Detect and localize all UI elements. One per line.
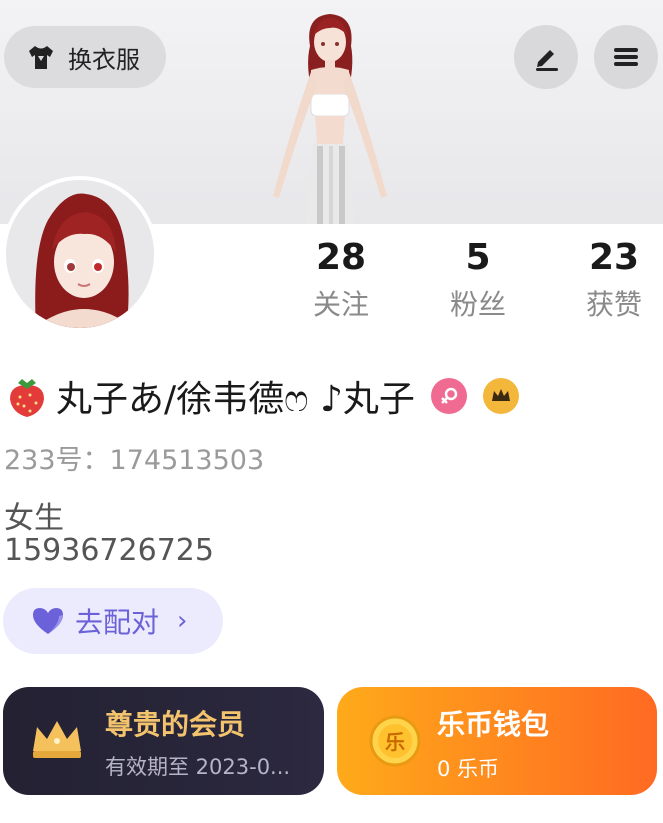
user-id[interactable]: 233号：174513503 bbox=[4, 438, 264, 477]
stat-likes[interactable]: 23 获赞 bbox=[559, 232, 663, 326]
menu-button[interactable] bbox=[594, 25, 658, 89]
heart-icon bbox=[33, 608, 63, 634]
wallet-card[interactable]: 乐 乐币钱包 0 乐币 bbox=[337, 687, 657, 795]
fans-label: 粉丝 bbox=[449, 288, 506, 321]
hamburger-icon bbox=[614, 48, 638, 66]
gold-crown-icon bbox=[33, 721, 81, 758]
wallet-title: 乐币钱包 bbox=[437, 708, 550, 741]
bio-line-1: 女生 bbox=[4, 501, 64, 536]
tshirt-icon bbox=[29, 46, 53, 69]
vip-membership-card[interactable]: 尊贵的会员 有效期至 2023-0... bbox=[3, 687, 324, 795]
profile-avatar[interactable] bbox=[2, 176, 158, 332]
wallet-balance: 0 乐币 bbox=[437, 757, 500, 781]
coin-glyph: 乐 bbox=[385, 730, 405, 754]
fans-count: 5 bbox=[465, 237, 491, 278]
username-row: 丸子あ/徐韦德ෆ ♪丸子 bbox=[4, 370, 519, 422]
username: 丸子あ/徐韦德ෆ ♪丸子 bbox=[56, 379, 415, 420]
change-outfit-label: 换衣服 bbox=[68, 45, 140, 74]
match-label: 去配对 bbox=[75, 606, 160, 639]
avatar-portrait bbox=[6, 180, 154, 328]
female-icon bbox=[430, 378, 467, 414]
profile-page: 换衣服 28 关注 5 粉丝 23 获赞 丸子あ/徐韦德ෆ ♪丸子 233号：1… bbox=[0, 0, 663, 823]
following-label: 关注 bbox=[312, 288, 369, 321]
bio-line-2: 15936726725 bbox=[4, 533, 214, 568]
match-button[interactable]: 去配对 › bbox=[3, 588, 223, 654]
vip-expiry: 有效期至 2023-0... bbox=[105, 755, 291, 779]
following-count: 28 bbox=[315, 237, 367, 278]
likes-count: 23 bbox=[588, 237, 640, 278]
likes-label: 获赞 bbox=[585, 288, 642, 321]
coin-icon: 乐 bbox=[369, 715, 421, 767]
vip-title: 尊贵的会员 bbox=[105, 708, 246, 741]
stat-following[interactable]: 28 关注 bbox=[286, 232, 396, 326]
chevron-right-icon: › bbox=[177, 606, 188, 636]
change-outfit-button[interactable]: 换衣服 bbox=[4, 26, 166, 88]
edit-profile-button[interactable] bbox=[514, 25, 578, 89]
stat-fans[interactable]: 5 粉丝 bbox=[423, 232, 533, 326]
crown-icon[interactable] bbox=[482, 378, 519, 414]
strawberry-icon bbox=[10, 379, 44, 417]
pencil-icon bbox=[536, 50, 558, 71]
avatar-3d-figure bbox=[273, 14, 387, 224]
